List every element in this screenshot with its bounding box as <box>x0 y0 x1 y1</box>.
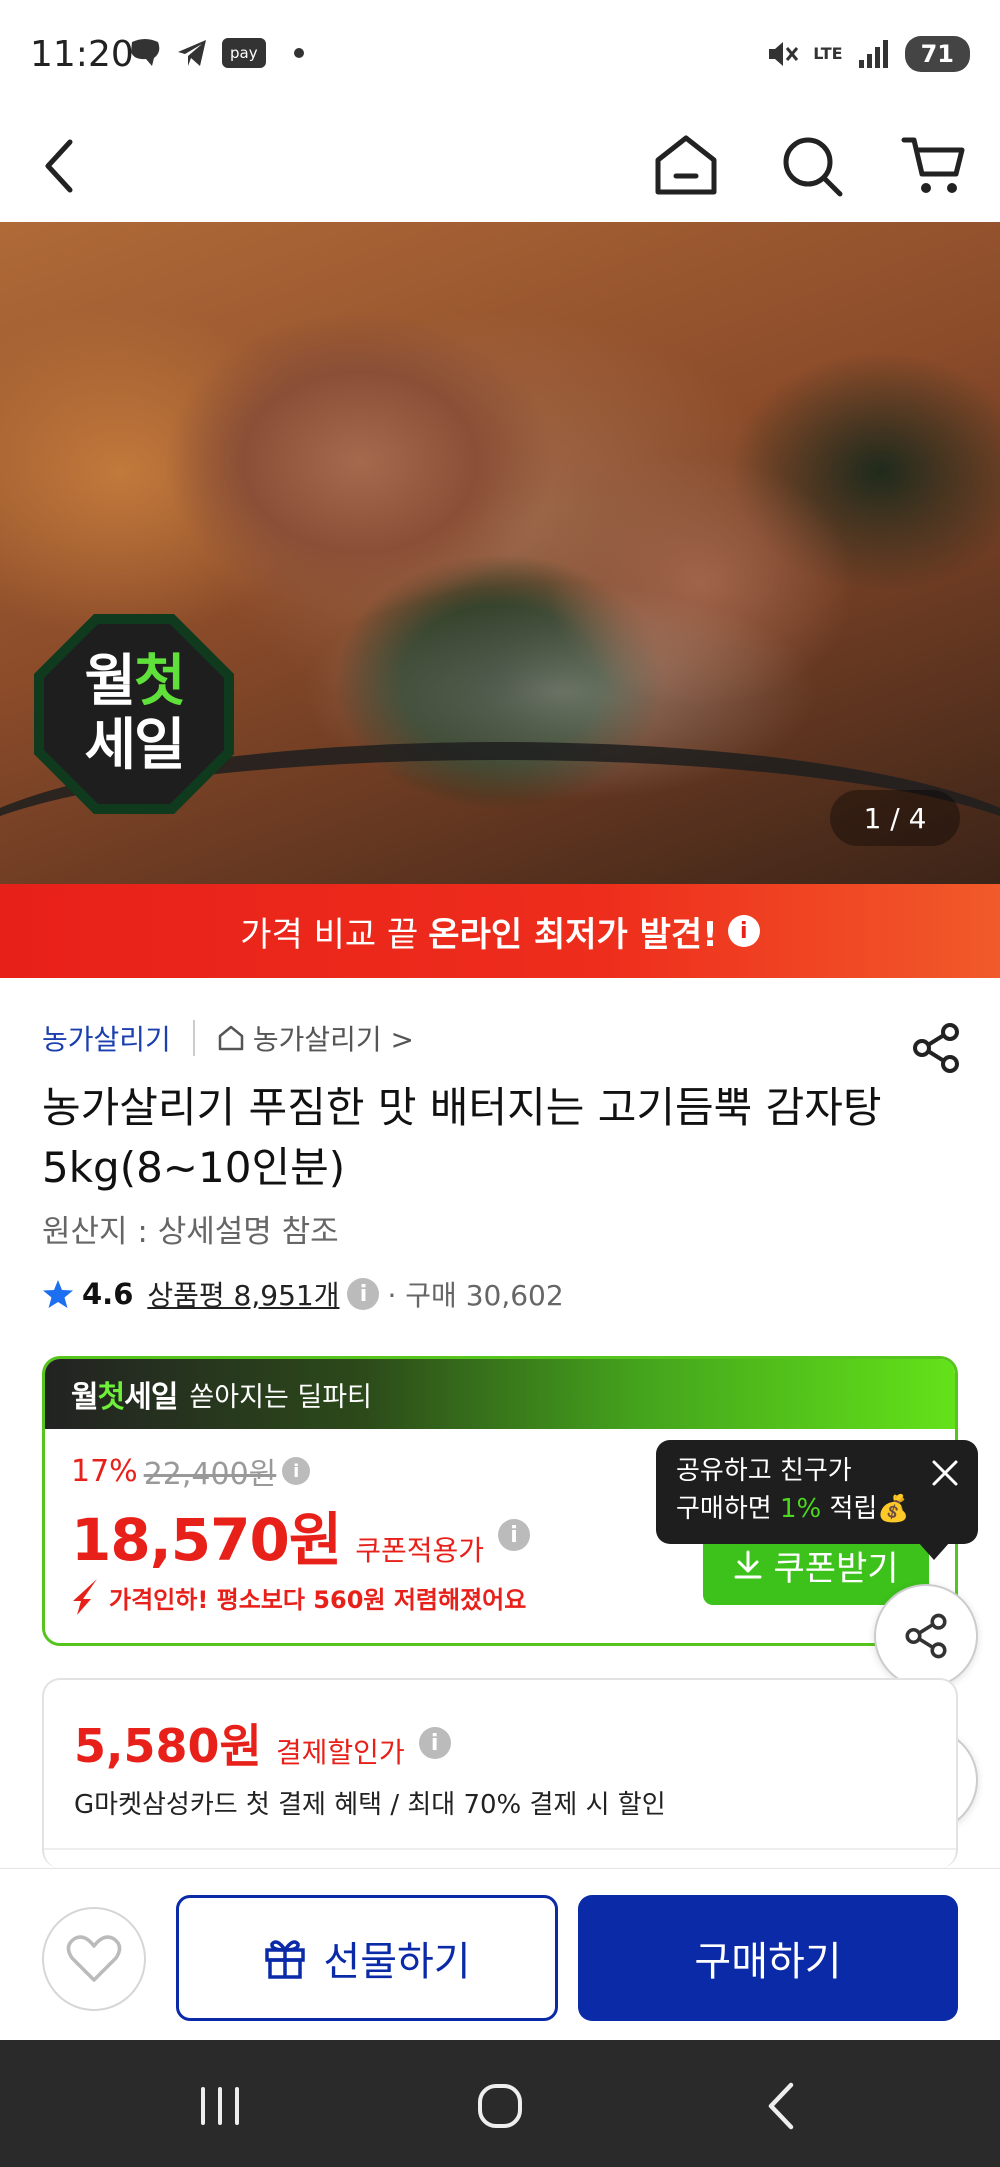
back-nav-icon <box>768 2082 794 2130</box>
chat-icon <box>131 39 160 66</box>
home-button[interactable] <box>648 128 724 204</box>
pay-icon: pay <box>222 38 266 68</box>
battery-indicator: 71 <box>904 36 970 72</box>
home-circle-icon <box>478 2084 522 2128</box>
home-icon <box>655 135 717 195</box>
store-link-label: 농가살리기 > <box>252 1023 414 1056</box>
tooltip-close-button[interactable] <box>930 1458 960 1488</box>
product-title: 농가살리기 푸짐한 맛 배터지는 고기듬뿍 감자탕 5kg(8~10인분) <box>42 1083 882 1192</box>
cart-icon <box>901 137 965 193</box>
lte-label: LTE <box>813 44 843 63</box>
gift-icon <box>265 1940 306 1979</box>
search-button[interactable] <box>774 128 850 204</box>
badge-text-wol: 월 <box>84 649 136 714</box>
arrow-down-icon <box>73 1579 97 1615</box>
price-info-icon[interactable]: i <box>282 1457 311 1485</box>
store-link[interactable]: 농가살리기 > <box>217 1018 414 1058</box>
deal-logo-sale: 세일 <box>124 1380 178 1415</box>
bottom-action-bar: 선물하기 구매하기 <box>0 1868 1000 2040</box>
tooltip-text-c: 적립💰 <box>821 1494 910 1524</box>
payment-description: G마켓삼성카드 첫 결제 혜택 / 최대 70% 결제 시 할인 <box>74 1790 666 1820</box>
image-counter: 1 / 4 <box>830 790 960 846</box>
divider <box>44 1848 956 1850</box>
deal-subtitle: 쏟아지는 딜파티 <box>189 1381 372 1413</box>
buy-button[interactable]: 구매하기 <box>578 1895 958 2021</box>
coupon-info-icon[interactable]: i <box>498 1519 530 1551</box>
wishlist-button[interactable] <box>42 1907 146 2011</box>
badge-text-cheot: 첫 <box>134 649 186 714</box>
payment-discount-card[interactable]: 5,580원 결제할인가 i G마켓삼성카드 첫 결제 혜택 / 최대 70% … <box>42 1678 958 1868</box>
tooltip-text-a: 구매하면 <box>676 1494 780 1524</box>
product-origin: 원산지 : 상세설명 참조 <box>42 1214 339 1250</box>
info-icon[interactable]: i <box>727 915 760 947</box>
purchase-count: · 구매 30,602 <box>387 1279 564 1312</box>
status-system-icons: LTE 71 <box>765 36 970 72</box>
signal-icon <box>858 40 888 68</box>
discount-rate: 17% <box>71 1453 138 1489</box>
search-icon <box>783 137 843 197</box>
share-icon <box>905 1613 947 1659</box>
home-nav-button[interactable] <box>460 2066 540 2146</box>
notification-dot-icon <box>293 48 304 58</box>
payment-price: 5,580원 <box>74 1719 262 1773</box>
buy-button-label: 구매하기 <box>694 1939 842 1985</box>
deal-logo-wol: 월 <box>71 1380 99 1415</box>
back-button[interactable] <box>22 128 98 204</box>
rating-row: 4.6 상품평 8,951개 i · 구매 30,602 <box>42 1274 564 1314</box>
badge-text-sale: 세일 <box>84 713 185 778</box>
price-drop-notice: 가격인하! 평소보다 560원 저렴해졌어요 <box>71 1577 526 1617</box>
price-row: 18,570원 쿠폰적용가 i <box>71 1493 530 1577</box>
status-bar: 11:20 pay LTE 71 <box>0 0 1000 110</box>
rating-value: 4.6 <box>82 1277 134 1311</box>
back-nav-button[interactable] <box>740 2066 820 2146</box>
coupon-price: 18,570원 <box>71 1506 342 1574</box>
original-price: 22,400원 <box>143 1457 277 1492</box>
tooltip-line1: 공유하고 친구가 <box>676 1456 852 1486</box>
telegram-icon <box>178 40 206 66</box>
close-icon <box>932 1460 958 1486</box>
payment-price-row: 5,580원 결제할인가 i <box>74 1710 451 1776</box>
seller-name[interactable]: 농가살리기 <box>42 1018 171 1058</box>
discount-row: 17% 22,400원 i <box>71 1449 311 1493</box>
get-coupon-label: 쿠폰받기 <box>773 1548 899 1589</box>
seller-row: 농가살리기 농가살리기 > <box>42 1018 414 1058</box>
gift-button-label: 선물하기 <box>323 1939 471 1985</box>
store-home-icon <box>218 1025 244 1051</box>
status-time: 11:20 <box>30 34 134 75</box>
coupon-price-label: 쿠폰적용가 <box>355 1534 484 1567</box>
review-count-link[interactable]: 상품평 8,951개 <box>147 1274 339 1314</box>
top-navigation <box>0 110 1000 222</box>
price-drop-text: 가격인하! 평소보다 560원 저렴해졌어요 <box>109 1585 527 1614</box>
gift-button[interactable]: 선물하기 <box>176 1895 558 2021</box>
deal-header: 월첫세일 쏟아지는 딜파티 <box>45 1359 955 1429</box>
share-button[interactable] <box>908 1020 964 1076</box>
floating-share-button[interactable] <box>874 1584 978 1688</box>
recent-apps-button[interactable] <box>180 2066 260 2146</box>
status-notification-icons: pay <box>128 38 304 68</box>
cart-button[interactable] <box>896 128 972 204</box>
lowest-price-banner[interactable]: 가격 비교 끝 온라인 최저가 발견! i <box>0 884 1000 978</box>
payment-info-icon[interactable]: i <box>418 1727 451 1759</box>
download-icon <box>734 1550 762 1579</box>
deal-logo-cheot: 첫 <box>97 1380 126 1415</box>
heart-icon <box>66 1935 122 1982</box>
tooltip-percent: 1% <box>779 1494 822 1524</box>
divider <box>192 1020 195 1056</box>
banner-text: 가격 비교 끝 <box>240 914 419 955</box>
review-info-icon[interactable]: i <box>347 1278 380 1310</box>
share-icon <box>913 1023 959 1073</box>
recent-apps-icon <box>201 2087 239 2125</box>
mute-icon <box>769 42 799 66</box>
deal-logo: 월첫세일 <box>71 1372 178 1416</box>
monthly-sale-badge: 월첫 세일 <box>34 614 234 814</box>
share-reward-tooltip: 공유하고 친구가 구매하면 1% 적립💰 <box>656 1440 978 1560</box>
back-icon <box>45 139 73 193</box>
tooltip-line2: 구매하면 1% 적립💰 <box>676 1490 958 1528</box>
banner-text-bold: 온라인 최저가 발견! <box>428 914 718 955</box>
star-icon <box>43 1280 73 1308</box>
system-navigation-bar <box>0 2040 1000 2167</box>
payment-price-label: 결제할인가 <box>275 1736 405 1769</box>
